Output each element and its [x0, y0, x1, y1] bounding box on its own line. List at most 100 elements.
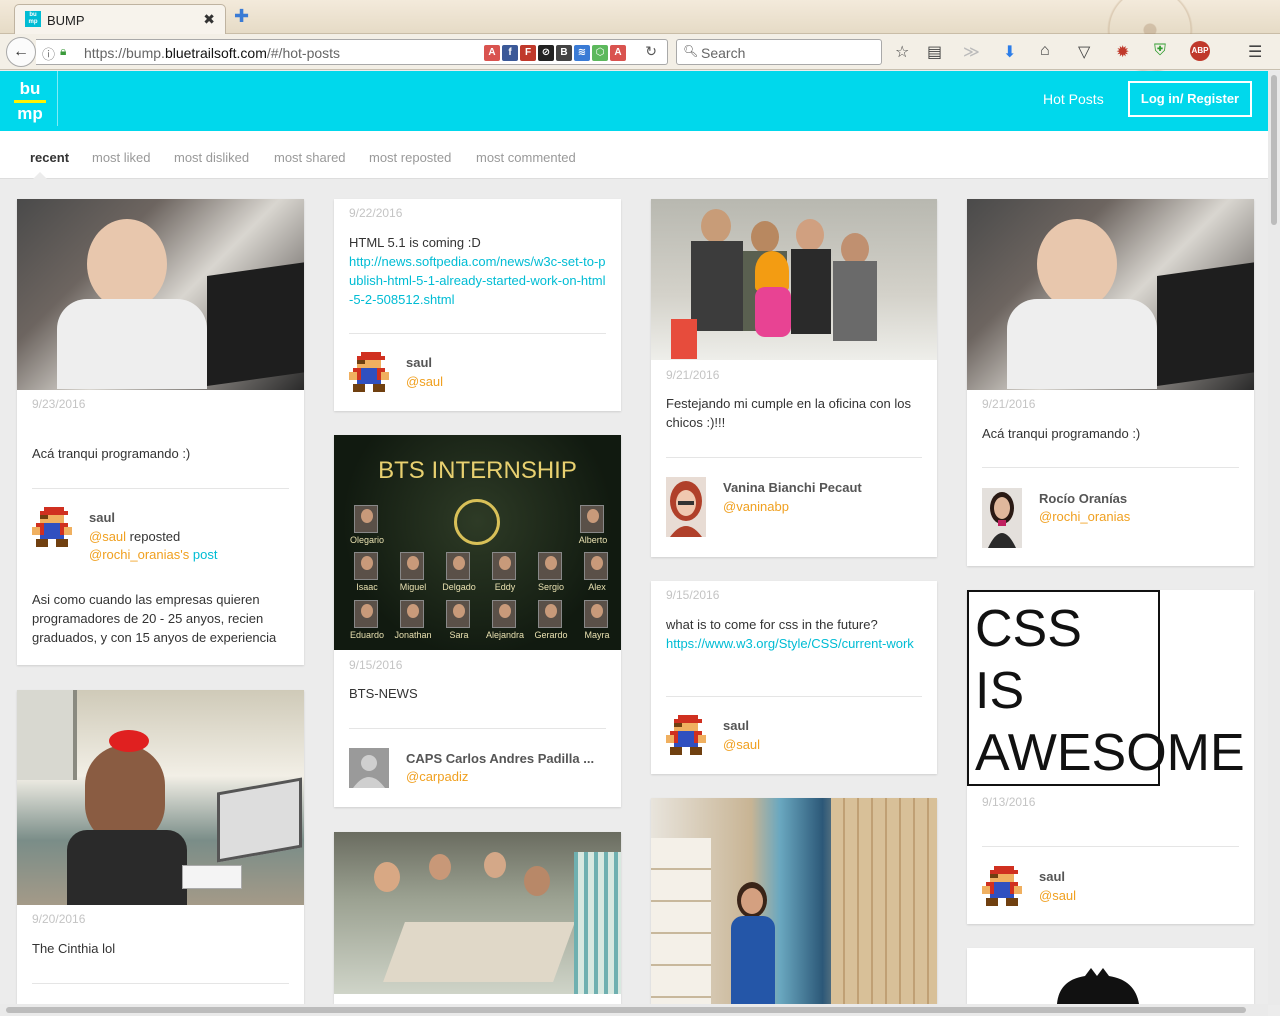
intern-name: Mayra: [584, 630, 610, 640]
post-card[interactable]: 9/21/2016 Acá tranqui programando :) Roc…: [967, 199, 1254, 566]
post-text: BTS-NEWS: [349, 686, 418, 701]
baby-body: [57, 299, 207, 389]
avatar[interactable]: [666, 715, 706, 755]
post-card[interactable]: 9/22/2016 HTML 5.1 is coming :D http://n…: [334, 199, 621, 411]
post-card[interactable]: [651, 798, 937, 1004]
intern-portrait: [580, 505, 604, 533]
horizontal-scrollbar[interactable]: [0, 1004, 1268, 1016]
pocket-save-icon[interactable]: ▽: [1078, 42, 1090, 62]
facebook-ext-icon[interactable]: f: [502, 45, 518, 61]
user-handle[interactable]: @saul: [406, 374, 443, 389]
download-icon[interactable]: ⬇: [1003, 42, 1016, 62]
url-text[interactable]: https://bump.bluetrailsoft.com/#/hot-pos…: [84, 45, 340, 61]
compass-ext-icon[interactable]: ⊘: [538, 45, 554, 61]
shield-icon[interactable]: ⛨: [1154, 42, 1166, 60]
info-icon[interactable]: ⓘ: [42, 44, 55, 63]
url-bar[interactable]: ⓘ 🔒︎ https://bump.bluetrailsoft.com/#/ho…: [36, 39, 668, 65]
reload-icon[interactable]: ↻: [645, 43, 657, 60]
avatar[interactable]: [349, 748, 389, 788]
post-card[interactable]: [967, 948, 1254, 1004]
user-handle[interactable]: @saul: [1039, 888, 1076, 903]
post-photo-bts-internship[interactable]: BTS INTERNSHIP Olegario Alberto Isaac Migue…: [334, 435, 621, 650]
intern-portrait: [400, 600, 424, 628]
wifi-ext-icon[interactable]: ≋: [574, 45, 590, 61]
post-card[interactable]: 9/23/2016 Acá tranqui programando :) sau…: [17, 199, 304, 665]
lock-icon[interactable]: 🔒︎: [60, 44, 66, 59]
original-handle[interactable]: @rochi_oranias's: [89, 547, 189, 562]
new-tab-icon[interactable]: ✚: [234, 6, 249, 27]
user-name[interactable]: saul: [89, 510, 115, 525]
bump-logo[interactable]: bu mp: [14, 79, 46, 124]
post-card[interactable]: CSS IS AWESOME 9/13/2016 saul @saul: [967, 590, 1254, 924]
search-placeholder: Search: [701, 45, 746, 61]
post-card[interactable]: 9/15/2016 what is to come for css in the…: [651, 581, 937, 774]
tab-recent[interactable]: recent: [30, 150, 69, 165]
post-photo-dinner[interactable]: [334, 832, 621, 994]
user-name[interactable]: CAPS Carlos Andres Padilla ...: [406, 751, 594, 766]
post-card[interactable]: [334, 832, 621, 1004]
divider: [349, 728, 606, 729]
post-photo-css-awesome[interactable]: CSS IS AWESOME: [967, 590, 1254, 786]
user-handle[interactable]: @saul: [723, 737, 760, 752]
user-handle[interactable]: @vaninabp: [723, 499, 789, 514]
home-icon[interactable]: ⌂: [1040, 42, 1050, 60]
avatar[interactable]: [32, 507, 72, 547]
repost-user-handle[interactable]: @saul: [89, 529, 126, 544]
user-name[interactable]: saul: [723, 718, 749, 733]
post-photo-cartoon[interactable]: [967, 948, 1254, 1004]
user-handle[interactable]: @carpadiz: [406, 769, 468, 784]
menu-icon[interactable]: ☰: [1248, 42, 1262, 62]
post-photo-office[interactable]: [17, 690, 304, 905]
post-card[interactable]: 9/21/2016 Festejando mi cumple en la ofi…: [651, 199, 937, 557]
original-post-link[interactable]: post: [193, 547, 218, 562]
bootstrap-ext-icon[interactable]: B: [556, 45, 572, 61]
post-photo-baby[interactable]: [967, 199, 1254, 390]
tab-most-commented[interactable]: most commented: [476, 150, 576, 165]
adblock-icon[interactable]: ABP: [1190, 41, 1210, 61]
angular-ext-icon[interactable]: A: [484, 45, 500, 61]
tab-most-liked[interactable]: most liked: [92, 150, 151, 165]
avatar[interactable]: [982, 866, 1022, 906]
avatar[interactable]: [982, 488, 1022, 548]
close-tab-icon[interactable]: ✖: [203, 11, 215, 28]
login-register-button[interactable]: Log in/ Register: [1128, 81, 1252, 117]
pocket-icon[interactable]: ≫: [963, 42, 980, 62]
avatar[interactable]: [666, 477, 706, 537]
bookmark-star-icon[interactable]: ☆: [895, 42, 909, 62]
font-ext-icon[interactable]: F: [520, 45, 536, 61]
avatar[interactable]: [349, 352, 389, 392]
vertical-scrollbar[interactable]: [1268, 71, 1280, 1005]
horizontal-scroll-thumb[interactable]: [6, 1007, 1246, 1013]
person-body: [691, 241, 743, 331]
user-handle[interactable]: @rochi_oranias: [1039, 509, 1130, 524]
user-name[interactable]: Vanina Bianchi Pecaut: [723, 480, 862, 495]
reading-list-icon[interactable]: ▤: [927, 42, 942, 62]
post-link[interactable]: http://news.softpedia.com/news/w3c-set-t…: [349, 252, 606, 309]
user-name[interactable]: saul: [406, 355, 432, 370]
user-name[interactable]: Rocío Oranías: [1039, 491, 1127, 506]
post-card[interactable]: 9/20/2016 The Cinthia lol: [17, 690, 304, 1016]
post-photo-baby[interactable]: [17, 199, 304, 390]
extension-icon[interactable]: ✹: [1116, 42, 1129, 62]
node-ext-icon[interactable]: ⬡: [592, 45, 608, 61]
vertical-scroll-thumb[interactable]: [1271, 75, 1277, 225]
logo-bar: [14, 100, 46, 103]
hot-posts-link[interactable]: Hot Posts: [1043, 91, 1104, 107]
user-name[interactable]: saul: [1039, 869, 1065, 884]
reposted-label: reposted: [129, 529, 181, 544]
angular2-ext-icon[interactable]: A: [610, 45, 626, 61]
tab-most-disliked[interactable]: most disliked: [174, 150, 249, 165]
intern-name: Sara: [449, 630, 469, 640]
tab-most-reposted[interactable]: most reposted: [369, 150, 451, 165]
back-icon[interactable]: ←: [6, 37, 36, 67]
search-input[interactable]: 🔍︎ Search: [676, 39, 882, 65]
browser-tab[interactable]: bu mp BUMP ✖: [14, 4, 226, 34]
post-photo-birthday[interactable]: [651, 199, 937, 360]
post-text: HTML 5.1 is coming :D http://news.softpe…: [349, 233, 606, 309]
app-header: bu mp Hot Posts Log in/ Register: [0, 71, 1268, 131]
tab-most-shared[interactable]: most shared: [274, 150, 346, 165]
post-photo-mural[interactable]: [651, 798, 937, 1004]
post-card[interactable]: BTS INTERNSHIP Olegario Alberto Isaac Migue…: [334, 435, 621, 807]
person-head: [484, 852, 506, 878]
post-link[interactable]: https://www.w3.org/Style/CSS/current-wor…: [666, 634, 922, 653]
